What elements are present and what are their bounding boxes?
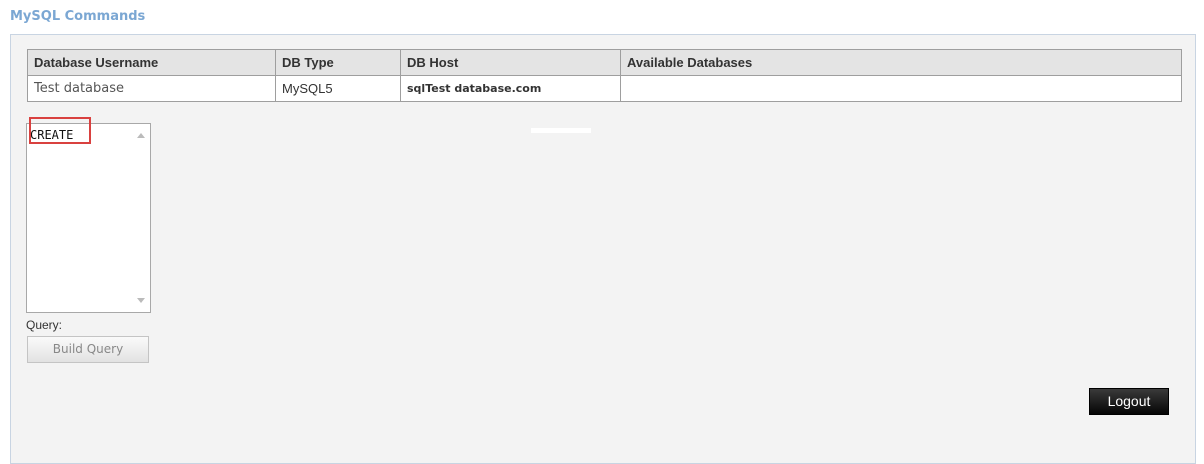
cell-db-type: MySQL5	[275, 75, 401, 102]
divider-bar	[531, 128, 591, 133]
column-header-db-host: DB Host	[400, 49, 621, 76]
mysql-commands-panel: Database Username DB Type DB Host Availa…	[10, 34, 1196, 464]
column-header-available-databases: Available Databases	[620, 49, 1182, 76]
column-header-db-type: DB Type	[275, 49, 401, 76]
logout-button[interactable]: Logout	[1089, 388, 1169, 415]
cell-db-host: sqlTest database.com	[400, 75, 621, 102]
cell-username: Test database	[27, 75, 276, 102]
selection-highlight	[29, 117, 91, 144]
query-label: Query:	[26, 318, 63, 332]
scroll-down-arrow-icon[interactable]	[137, 298, 145, 303]
scroll-up-arrow-icon[interactable]	[137, 133, 145, 138]
table-header-row: Database Username DB Type DB Host Availa…	[27, 49, 1182, 76]
column-header-username: Database Username	[27, 49, 276, 76]
cell-available-databases	[620, 75, 1182, 102]
database-info-table: Database Username DB Type DB Host Availa…	[27, 49, 1182, 102]
command-listbox[interactable]: CREATE	[26, 123, 151, 313]
build-query-button[interactable]: Build Query	[27, 336, 149, 363]
table-row: Test database MySQL5 sqlTest database.co…	[27, 75, 1182, 102]
page-title: MySQL Commands	[10, 9, 146, 24]
